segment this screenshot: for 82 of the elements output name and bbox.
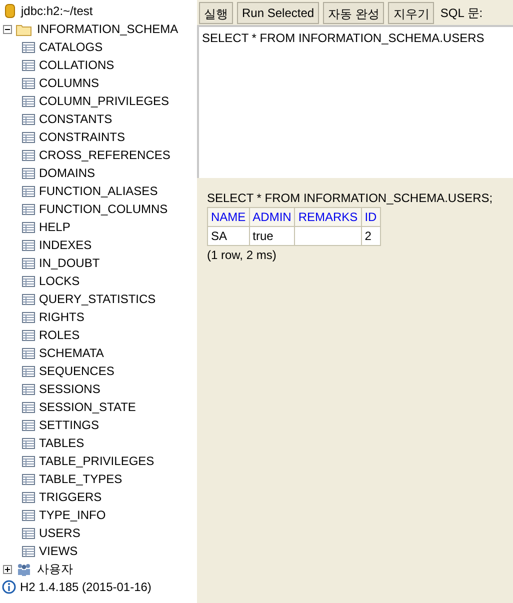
table-icon xyxy=(22,168,35,178)
table-icon xyxy=(22,240,35,250)
table-icon xyxy=(22,150,35,160)
toolbar-button[interactable]: Run Selected xyxy=(237,2,320,24)
column-header[interactable]: NAME xyxy=(208,208,250,226)
folder-icon xyxy=(16,22,32,36)
table-icon xyxy=(22,366,35,376)
column-header[interactable]: REMARKS xyxy=(294,208,362,226)
sql-label: SQL 문: xyxy=(440,4,483,22)
table-icon xyxy=(22,294,35,304)
table-icon xyxy=(22,402,35,412)
table-icon xyxy=(22,474,35,484)
tree-item[interactable]: USERS xyxy=(39,526,80,540)
expand-icon[interactable] xyxy=(3,564,12,574)
table-icon xyxy=(22,510,35,520)
query-statement: SELECT * FROM INFORMATION_SCHEMA.USERS; xyxy=(207,191,494,205)
tree-item[interactable]: ROLES xyxy=(39,328,80,342)
tree-item[interactable]: 사용자 xyxy=(37,560,73,578)
column-header[interactable]: ADMIN xyxy=(249,208,295,226)
table-icon xyxy=(22,492,35,502)
table-icon xyxy=(22,60,35,70)
tree-item[interactable]: RIGHTS xyxy=(39,310,84,324)
table-cell: 2 xyxy=(361,226,380,246)
tree-item[interactable]: FUNCTION_ALIASES xyxy=(39,184,158,198)
tree-item[interactable]: TABLE_TYPES xyxy=(39,472,122,486)
tree-item[interactable]: COLUMN_PRIVILEGES xyxy=(39,94,170,108)
tree-item[interactable]: IN_DOUBT xyxy=(39,256,100,270)
toolbar-button[interactable]: 자동 완성 xyxy=(323,2,384,24)
table-icon xyxy=(22,204,35,214)
tree-item[interactable]: INDEXES xyxy=(39,238,92,252)
tree-item[interactable]: INFORMATION_SCHEMA xyxy=(37,22,178,36)
version-text: H2 1.4.185 (2015-01-16) xyxy=(20,580,152,594)
tree-item[interactable]: SESSION_STATE xyxy=(39,400,136,414)
tree-item[interactable]: VIEWS xyxy=(39,544,78,558)
table-icon xyxy=(22,258,35,268)
table-icon xyxy=(22,330,35,340)
collapse-icon[interactable] xyxy=(3,24,12,34)
table-icon xyxy=(22,384,35,394)
tree-item[interactable]: TABLES xyxy=(39,436,84,450)
sql-editor[interactable]: SELECT * FROM INFORMATION_SCHEMA.USERS xyxy=(197,25,513,178)
table-icon xyxy=(22,420,35,430)
table-icon xyxy=(22,186,35,196)
tree-item[interactable]: SETTINGS xyxy=(39,418,100,432)
table-icon xyxy=(22,312,35,322)
column-header[interactable]: ID xyxy=(361,208,380,226)
tree-item[interactable]: CONSTRAINTS xyxy=(39,130,126,144)
connection-label[interactable]: jdbc:h2:~/test xyxy=(21,4,93,18)
tree-item[interactable]: SESSIONS xyxy=(39,382,100,396)
tree-item[interactable]: CROSS_REFERENCES xyxy=(39,148,170,162)
tree-item[interactable]: TRIGGERS xyxy=(39,490,102,504)
table-icon xyxy=(22,276,35,286)
tree-item[interactable]: HELP xyxy=(39,220,70,234)
tree-item[interactable]: SCHEMATA xyxy=(39,346,104,360)
tree-item[interactable]: FUNCTION_COLUMNS xyxy=(39,202,168,216)
result-summary: (1 row, 2 ms) xyxy=(207,248,278,262)
toolbar-button[interactable]: 실행 xyxy=(199,2,233,24)
table-icon xyxy=(22,78,35,88)
users-icon xyxy=(16,562,32,576)
tree-item[interactable]: TYPE_INFO xyxy=(39,508,106,522)
tree-item[interactable]: LOCKS xyxy=(39,274,80,288)
table-cell: SA xyxy=(208,226,250,246)
tree-item[interactable]: COLUMNS xyxy=(39,76,100,90)
table-icon xyxy=(22,96,35,106)
tree-item[interactable]: COLLATIONS xyxy=(39,58,114,72)
tree-item[interactable]: CATALOGS xyxy=(39,40,103,54)
table-icon xyxy=(22,348,35,358)
table-icon xyxy=(22,456,35,466)
table-icon xyxy=(22,438,35,448)
tree-item[interactable]: QUERY_STATISTICS xyxy=(39,292,156,306)
database-icon xyxy=(5,4,15,18)
table-icon xyxy=(22,42,35,52)
table-cell: true xyxy=(249,226,295,246)
table-icon xyxy=(22,132,35,142)
table-icon xyxy=(22,528,35,538)
tree-item[interactable]: TABLE_PRIVILEGES xyxy=(39,454,154,468)
table-icon xyxy=(22,222,35,232)
tree-item[interactable]: SEQUENCES xyxy=(39,364,114,378)
tree-item[interactable]: CONSTANTS xyxy=(39,112,112,126)
toolbar-button[interactable]: 지우기 xyxy=(388,2,434,24)
tree-item[interactable]: DOMAINS xyxy=(39,166,96,180)
table-icon xyxy=(22,114,35,124)
table-icon xyxy=(22,546,35,556)
